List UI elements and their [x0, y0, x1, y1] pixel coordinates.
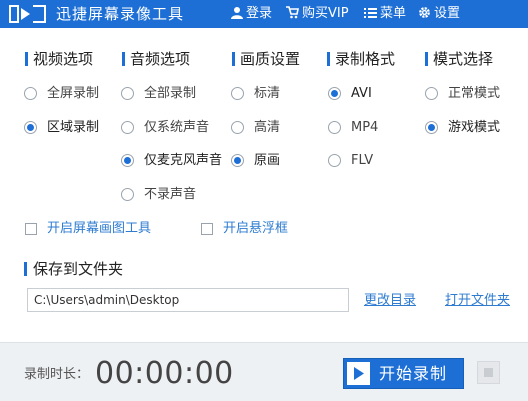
record-format-header: 录制格式	[327, 50, 395, 68]
radio-button[interactable]	[121, 188, 134, 201]
radio-button[interactable]	[231, 87, 244, 100]
quality-option-sd[interactable]: 标清	[231, 85, 311, 103]
start-record-button[interactable]: 开始录制	[343, 358, 464, 389]
login-label: 登录	[246, 6, 273, 21]
settings-button[interactable]: 设置	[418, 5, 460, 23]
radio-button-selected[interactable]	[121, 154, 134, 167]
radio-button[interactable]	[121, 121, 134, 134]
option-label: AVI	[351, 86, 372, 101]
video-options-header: 视频选项	[25, 50, 93, 68]
title-bar: 迅捷屏幕录像工具 登录 购买VIP 菜单 设置	[0, 0, 528, 28]
option-label: 区域录制	[47, 120, 100, 135]
quality-option-original[interactable]: 原画	[231, 152, 311, 170]
duration-label: 录制时长：	[24, 367, 90, 382]
radio-button-selected[interactable]	[24, 121, 37, 134]
option-label: 原画	[254, 153, 281, 168]
buy-vip-button[interactable]: 购买VIP	[286, 5, 349, 23]
save-path-input[interactable]	[27, 288, 349, 312]
quality-settings-header: 画质设置	[232, 50, 300, 68]
option-label: 游戏模式	[448, 120, 501, 135]
option-label: 高清	[254, 120, 281, 135]
radio-button-selected[interactable]	[425, 121, 438, 134]
radio-button[interactable]	[231, 121, 244, 134]
stop-icon	[484, 368, 493, 377]
play-icon-box	[347, 362, 370, 385]
bottom-bar: 录制时长： 00:00:00 开始录制	[0, 342, 528, 401]
option-label: 仅麦克风声音	[144, 153, 223, 168]
open-folder-link[interactable]: 打开文件夹	[445, 292, 510, 310]
cart-icon	[286, 6, 299, 19]
logo-icon	[9, 5, 46, 23]
checkbox-box[interactable]	[201, 223, 213, 235]
format-option-avi[interactable]: AVI	[328, 85, 408, 103]
start-record-label: 开始录制	[379, 364, 448, 383]
record-timer: 00:00:00	[95, 356, 234, 391]
option-label: 不录声音	[144, 187, 197, 202]
option-label: 正常模式	[448, 86, 501, 101]
radio-button[interactable]	[425, 87, 438, 100]
mode-option-normal[interactable]: 正常模式	[425, 85, 520, 103]
menu-icon	[364, 8, 377, 18]
draw-tool-checkbox[interactable]: 开启屏幕画图工具	[25, 220, 160, 238]
audio-option-all[interactable]: 全部录制	[121, 85, 226, 103]
quality-option-hd[interactable]: 高清	[231, 119, 311, 137]
checkbox-label: 开启屏幕画图工具	[47, 221, 152, 236]
checkbox-box[interactable]	[25, 223, 37, 235]
menu-button[interactable]: 菜单	[364, 5, 406, 23]
option-label: 全屏录制	[47, 86, 100, 101]
menu-label: 菜单	[380, 6, 407, 21]
audio-option-microphone[interactable]: 仅麦克风声音	[121, 152, 233, 170]
option-label: 标清	[254, 86, 281, 101]
radio-button[interactable]	[24, 87, 37, 100]
mode-option-game[interactable]: 游戏模式	[425, 119, 520, 137]
buy-vip-label: 购买VIP	[302, 6, 349, 21]
radio-button-selected[interactable]	[328, 87, 341, 100]
video-option-region[interactable]: 区域录制	[24, 119, 114, 137]
option-label: 全部录制	[144, 86, 197, 101]
format-option-flv[interactable]: FLV	[328, 152, 408, 170]
format-option-mp4[interactable]: MP4	[328, 119, 408, 137]
audio-option-none[interactable]: 不录声音	[121, 186, 226, 204]
login-button[interactable]: 登录	[231, 5, 272, 23]
gear-icon	[419, 7, 430, 18]
user-icon	[231, 7, 243, 19]
option-label: MP4	[351, 120, 379, 135]
audio-options-header: 音频选项	[122, 50, 190, 68]
play-icon	[354, 367, 364, 380]
radio-button[interactable]	[328, 154, 341, 167]
radio-button[interactable]	[121, 87, 134, 100]
settings-label: 设置	[434, 6, 461, 21]
video-option-fullscreen[interactable]: 全屏录制	[24, 85, 114, 103]
option-label: 仅系统声音	[144, 120, 210, 135]
option-label: FLV	[351, 153, 374, 168]
radio-button[interactable]	[328, 121, 341, 134]
mode-select-header: 模式选择	[425, 50, 493, 68]
stop-record-button[interactable]	[477, 361, 500, 384]
checkbox-label: 开启悬浮框	[223, 221, 289, 236]
float-box-checkbox[interactable]: 开启悬浮框	[201, 220, 296, 238]
change-directory-link[interactable]: 更改目录	[364, 292, 416, 310]
app-title: 迅捷屏幕录像工具	[56, 5, 185, 23]
radio-button-selected[interactable]	[231, 154, 244, 167]
save-folder-header: 保存到文件夹	[24, 259, 123, 279]
audio-option-system[interactable]: 仅系统声音	[121, 119, 226, 137]
